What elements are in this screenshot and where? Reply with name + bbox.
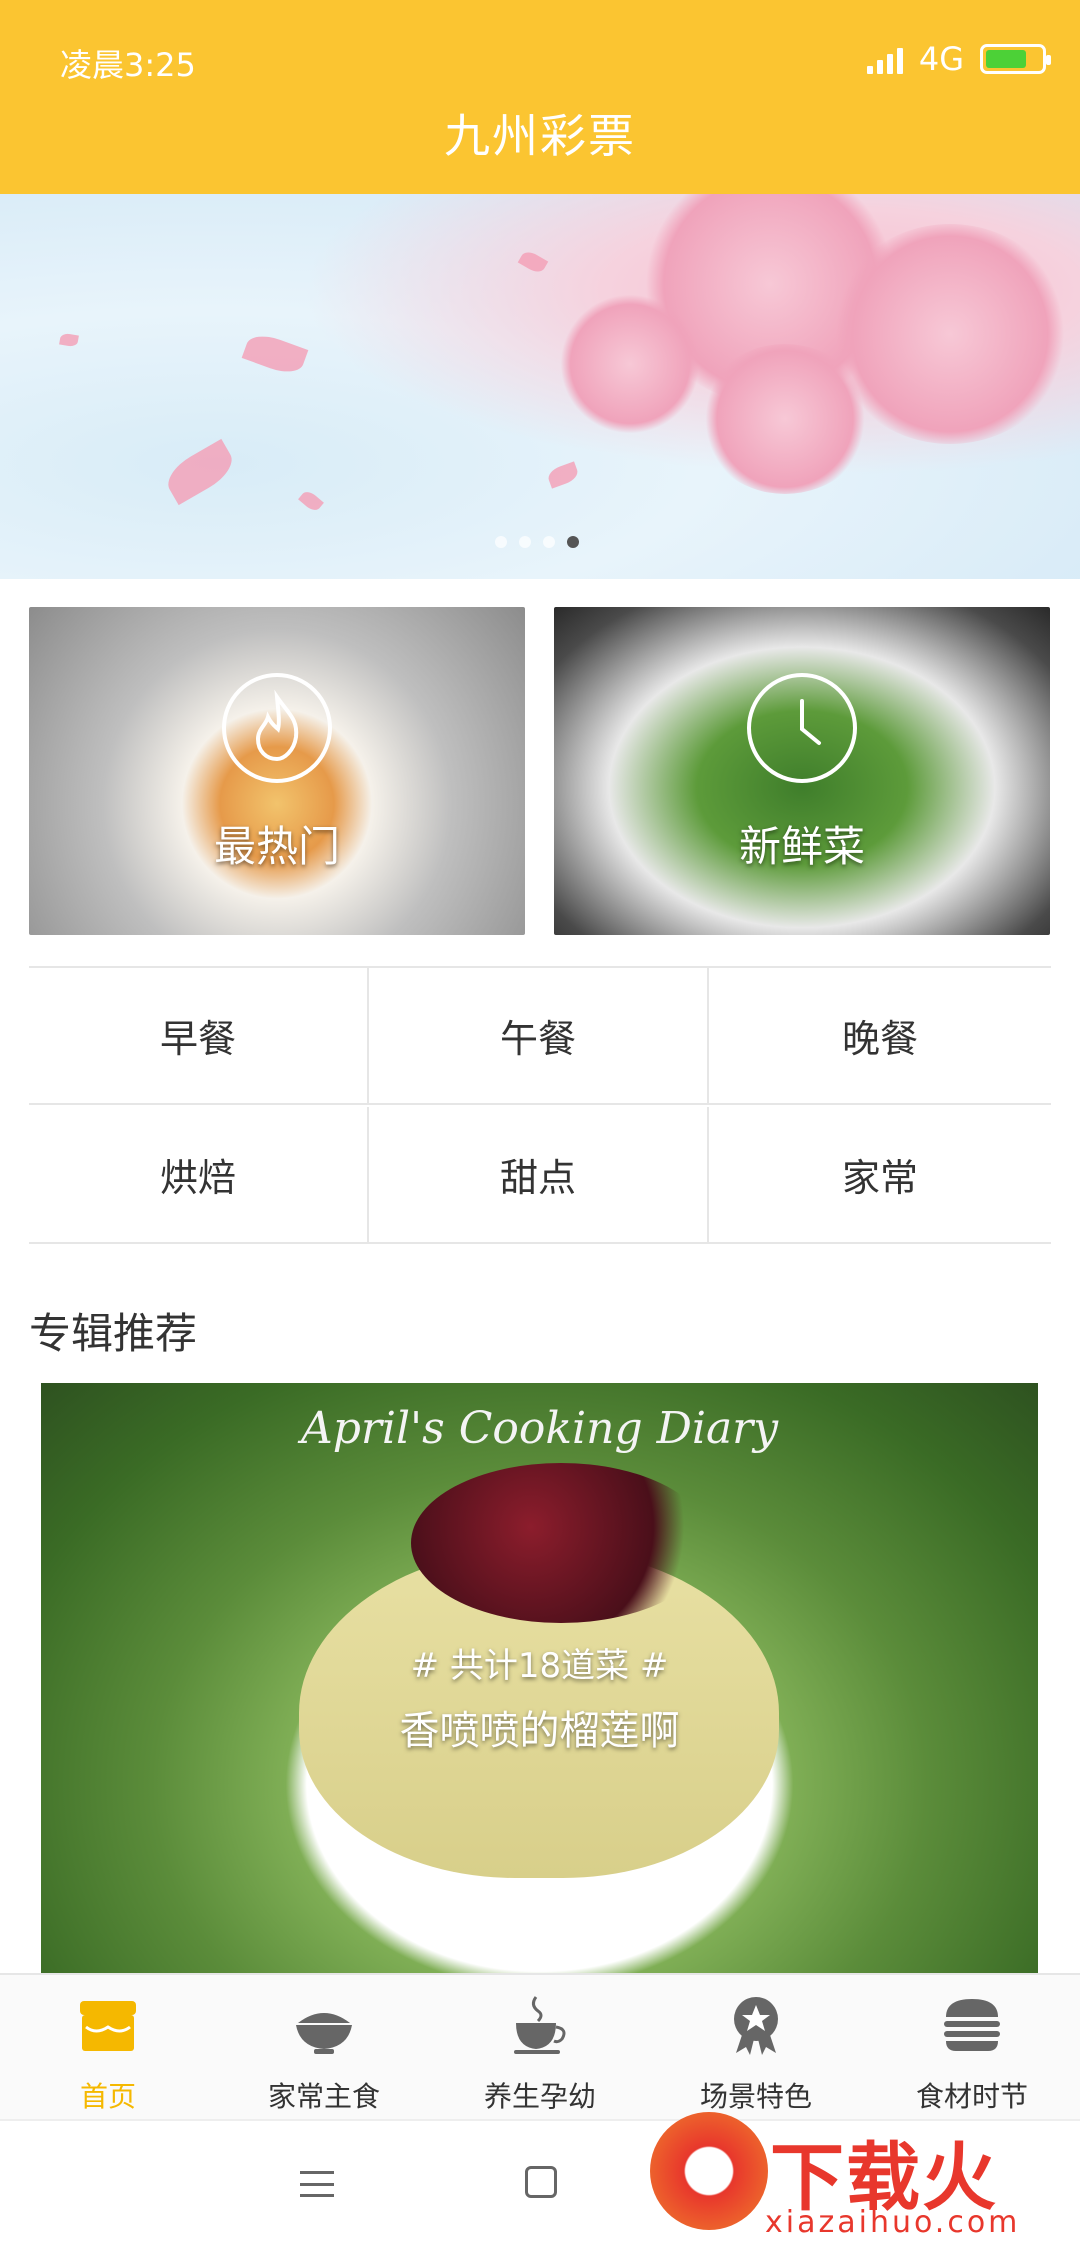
tab-label: 场景特色 [699, 2080, 812, 2113]
tab-health[interactable]: 养生孕幼 [432, 1975, 648, 2121]
feature-card-hot[interactable]: 最热门 [29, 607, 525, 935]
battery-icon [980, 44, 1051, 74]
tab-scene[interactable]: 场景特色 [648, 1975, 864, 2121]
feature-label-fresh: 新鲜菜 [738, 822, 865, 871]
badge-icon [734, 1997, 778, 2055]
status-time: 凌晨3:25 [60, 46, 196, 84]
rice-bowl-icon [296, 2013, 352, 2054]
category-dinner[interactable]: 晚餐 [709, 968, 1051, 1105]
teacup-icon [514, 1996, 566, 2054]
category-breakfast[interactable]: 早餐 [29, 968, 369, 1105]
carousel-dot[interactable] [543, 536, 555, 548]
status-icons: 4G [866, 40, 1051, 78]
tab-staple[interactable]: 家常主食 [216, 1975, 432, 2121]
album-berries-image [411, 1463, 711, 1623]
category-dessert[interactable]: 甜点 [369, 1107, 709, 1244]
tab-label: 养生孕幼 [483, 2080, 596, 2113]
tab-home[interactable]: 首页 [0, 1975, 216, 2121]
watermark-logo [650, 2112, 768, 2230]
menu-icon[interactable] [300, 2171, 334, 2197]
app-header: 凌晨3:25 4G 九州彩票 [0, 0, 1080, 194]
carousel-dot[interactable] [519, 536, 531, 548]
signal-icon [866, 44, 903, 74]
category-homestyle[interactable]: 家常 [709, 1107, 1051, 1244]
tab-label: 食材时节 [915, 2080, 1028, 2113]
tab-label: 首页 [79, 2080, 136, 2113]
carousel-dot-active[interactable] [567, 536, 579, 548]
tab-ingredients[interactable]: 食材时节 [864, 1975, 1080, 2121]
watermark-url: xiazaihuo.com [765, 2205, 1021, 2240]
feature-card-fresh[interactable]: 新鲜菜 [554, 607, 1050, 935]
carousel-dot[interactable] [495, 536, 507, 548]
bottom-tab-bar: 首页 家常主食 养生孕幼 场景特色 食材时节 [0, 1973, 1080, 2119]
clock-icon [747, 673, 857, 783]
tab-label: 家常主食 [267, 2080, 380, 2113]
page-title: 九州彩票 [444, 109, 636, 163]
feature-label-hot: 最热门 [213, 822, 340, 871]
carousel-indicator [495, 536, 579, 548]
burger-icon [944, 1999, 1000, 2051]
banner-carousel[interactable] [0, 194, 1080, 579]
meal-category-grid: 早餐 午餐 晚餐 烘焙 甜点 家常 [29, 966, 1051, 1244]
home-icon[interactable] [525, 2166, 557, 2198]
shop-icon [80, 2001, 136, 2051]
album-dish-count: # 共计18道菜 # [410, 1646, 669, 1686]
album-name: 香喷喷的榴莲啊 [399, 1708, 680, 1754]
category-baking[interactable]: 烘焙 [29, 1107, 369, 1244]
section-title: 专辑推荐 [29, 1309, 198, 1358]
fire-icon [222, 673, 332, 783]
category-lunch[interactable]: 午餐 [369, 968, 709, 1105]
album-card[interactable]: April's Cooking Diary # 共计18道菜 # 香喷喷的榴莲啊 [41, 1383, 1038, 1973]
album-header-text: April's Cooking Diary [300, 1403, 779, 1454]
network-label: 4G [918, 40, 964, 78]
